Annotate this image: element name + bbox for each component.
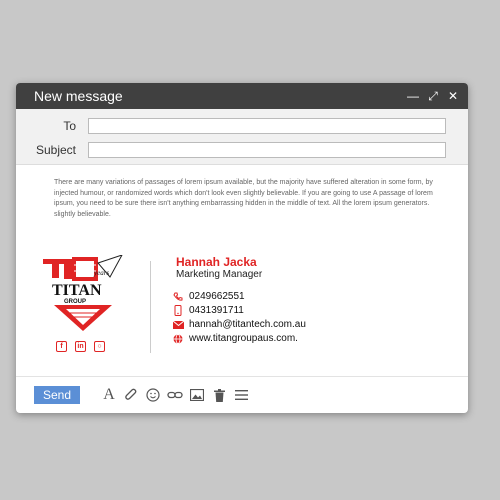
linkedin-icon[interactable]: in <box>75 341 86 352</box>
mobile-text: 0431391711 <box>189 305 244 316</box>
contact-website[interactable]: www.titangroupaus.com. <box>172 333 298 344</box>
mail-icon <box>172 320 184 329</box>
header-fields: To Subject <box>16 109 468 165</box>
facebook-icon[interactable]: f <box>56 341 67 352</box>
subject-label: Subject <box>35 143 76 157</box>
minimize-icon[interactable]: — <box>404 89 422 104</box>
email-text: hannah@titantech.com.au <box>189 319 306 330</box>
message-body[interactable]: There are many variations of passages of… <box>16 165 468 373</box>
logo-sub-text: GROUP <box>64 299 86 305</box>
phone-text: 0249662551 <box>189 291 245 302</box>
link-icon[interactable] <box>164 384 186 406</box>
compose-window: New message — ⤢ ✕ To Subject There are m… <box>16 83 468 413</box>
to-input[interactable] <box>88 118 446 134</box>
compose-toolbar: Send A <box>16 376 468 413</box>
trash-icon[interactable] <box>208 384 230 406</box>
signature-divider <box>150 261 151 353</box>
contact-phone: 0249662551 <box>172 291 245 302</box>
window-title: New message <box>34 88 123 104</box>
title-bar: New message — ⤢ ✕ <box>16 83 468 109</box>
titan-logo: years TITAN GROUP <box>40 254 130 331</box>
globe-icon <box>172 333 184 344</box>
to-label: To <box>63 119 76 133</box>
logo-years-text: years <box>93 269 109 277</box>
image-icon[interactable] <box>186 384 208 406</box>
text-format-icon[interactable]: A <box>98 384 120 406</box>
logo-main-text: TITAN <box>52 282 102 299</box>
attach-icon[interactable] <box>120 384 142 406</box>
close-icon[interactable]: ✕ <box>444 89 462 104</box>
instagram-icon[interactable]: ○ <box>94 341 105 352</box>
mobile-icon <box>172 305 184 316</box>
subject-input[interactable] <box>88 142 446 158</box>
expand-icon[interactable]: ⤢ <box>424 89 442 104</box>
social-links: f in ○ <box>56 341 105 352</box>
more-options-icon[interactable] <box>230 384 252 406</box>
emoji-icon[interactable] <box>142 384 164 406</box>
send-button[interactable]: Send <box>34 386 80 404</box>
website-text: www.titangroupaus.com. <box>189 333 298 344</box>
email-signature: years TITAN GROUP f in ○ Hannah Jacka Ma… <box>40 254 450 355</box>
contact-mobile: 0431391711 <box>172 305 244 316</box>
phone-icon <box>172 292 184 302</box>
signature-role: Marketing Manager <box>176 269 263 280</box>
contact-email[interactable]: hannah@titantech.com.au <box>172 319 306 330</box>
body-text: There are many variations of passages of… <box>54 179 433 218</box>
signature-name: Hannah Jacka <box>176 255 257 269</box>
